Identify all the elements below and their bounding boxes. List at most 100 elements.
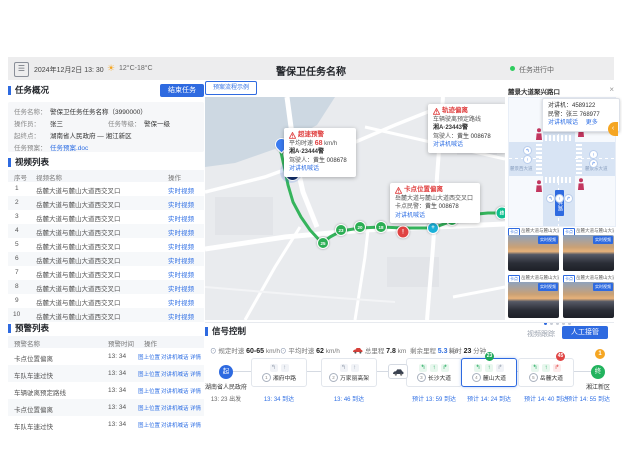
warning-name: 卡点位置偏离 — [14, 353, 106, 363]
map-position-link[interactable]: 图上位置 — [138, 370, 160, 378]
detail-link[interactable]: 详情 — [190, 353, 201, 361]
lane-arrow-icon[interactable]: ↱ — [564, 194, 573, 203]
thumb-name: 岳麓大道与麓山大道西交叉口 — [521, 275, 559, 280]
video-track-button[interactable]: 视频跟踪 — [527, 329, 555, 339]
close-icon[interactable]: × — [609, 85, 614, 94]
turn-left-icon: ↰ — [270, 364, 278, 372]
turn-left-icon: ↰ — [419, 364, 427, 372]
traffic-officer-icon[interactable] — [535, 180, 543, 192]
intercom-link[interactable]: 对讲机喊话 — [548, 120, 578, 126]
video-thumbnail[interactable]: 实时视频 — [563, 282, 614, 318]
timeline-node-time[interactable]: 13: 34 到达 — [264, 394, 294, 403]
intercom-link[interactable]: 对讲机喊话 — [161, 387, 189, 395]
map-position-link[interactable]: 图上位置 — [138, 353, 160, 361]
timeline-node-time[interactable]: 预计 14: 40 到达 — [524, 394, 568, 403]
signal-countdown-marker[interactable]: 18 — [375, 221, 387, 233]
intersection-panel: 麓景大道聚兴路口 × ⟲ ↑ ↱ ↰ ↑ ↱ ↰ ↑ ↑ ↱ 麓景西大道 麓景东… — [508, 84, 614, 330]
popup-title: 超速预警 — [298, 131, 324, 140]
timeline-start-node[interactable]: 起 — [219, 365, 233, 379]
realtime-video-link[interactable]: 实时视频 — [168, 185, 194, 195]
detail-link[interactable]: 详情 — [190, 387, 201, 395]
intercom-link[interactable]: 对讲机喊话 — [289, 165, 351, 174]
plan-doc-link[interactable]: 任务预案.doc — [50, 142, 88, 152]
crosswalk-east — [576, 144, 582, 174]
map-canvas[interactable]: 25 23 20 18 15 12 ! + 终 超速预警 平均时速 68 km/… — [205, 97, 505, 320]
realtime-video-link[interactable]: 实时视频 — [168, 213, 194, 223]
live-badge: 实时视频 — [538, 283, 558, 291]
realtime-video-link[interactable]: 实时视频 — [168, 199, 194, 209]
timeline-end-node[interactable]: 终 — [591, 365, 605, 379]
row-no: 6 — [15, 255, 19, 262]
realtime-video-link[interactable]: 实时视频 — [168, 241, 194, 251]
destination-marker[interactable]: 终 — [496, 207, 506, 220]
lane-arrow-icon[interactable]: ↑ — [589, 150, 598, 159]
detail-link[interactable]: 详情 — [190, 404, 201, 412]
alert-count-badge[interactable]: 1 — [595, 349, 605, 359]
row-no: 9 — [15, 297, 19, 304]
green-countdown-badge: 23 — [485, 352, 494, 361]
plan-flow-button[interactable]: 预案流程示例 — [205, 81, 257, 95]
end-task-button[interactable]: 结束任务 — [160, 84, 204, 97]
row-no: 2 — [15, 199, 19, 206]
video-list-section-title: 视频列表 — [8, 158, 49, 167]
detail-link[interactable]: 详情 — [190, 421, 201, 429]
video-thumbnail[interactable]: 实时视频 — [563, 235, 614, 271]
convoy-position-marker — [388, 364, 408, 379]
row-name: 岳麓大道与麓山大道西交叉口 — [36, 227, 156, 237]
realtime-video-link[interactable]: 实时视频 — [168, 255, 194, 265]
more-link[interactable]: 更多 — [586, 120, 598, 126]
map-position-link[interactable]: 图上位置 — [138, 404, 160, 412]
realtime-video-link[interactable]: 实时视频 — [168, 283, 194, 293]
timeline-node-time[interactable]: 13: 46 到达 — [334, 394, 364, 403]
intercom-link[interactable]: 对讲机喊话 — [161, 404, 189, 412]
plate-number: 湘A·23444警 — [289, 148, 351, 157]
timeline-node-current[interactable]: ↰↑↱ 4麓山大道 — [461, 358, 517, 387]
realtime-video-link[interactable]: 实时视频 — [168, 311, 194, 321]
warning-name: 卡点位置偏离 — [14, 404, 106, 414]
node-name: 湘府中路 — [273, 373, 296, 382]
driver-value: 黄生 008678 — [457, 134, 491, 140]
manual-takeover-button[interactable]: 人工接管 — [562, 326, 608, 339]
timeline-node[interactable]: ↰↑ 1湘府中路 — [251, 358, 307, 387]
map-position-link[interactable]: 图上位置 — [138, 387, 160, 395]
timeline-node[interactable]: ↰↑ 2万家丽高架 — [321, 358, 377, 387]
live-badge: 实时视频 — [593, 236, 613, 244]
checkpoint-cross-marker[interactable]: + — [427, 222, 439, 234]
lane-arrow-icon[interactable]: ↰ — [523, 146, 532, 155]
detail-link[interactable]: 详情 — [190, 370, 201, 378]
stat-elapsed: ◔ 耗时 23 分钟 — [443, 345, 486, 355]
lane-arrow-icon[interactable]: ↑ — [523, 155, 532, 164]
signal-countdown-marker[interactable]: 25 — [317, 237, 329, 249]
turn-left-icon: ↰ — [474, 364, 482, 372]
lane-arrow-icon[interactable]: ↑ — [555, 194, 564, 203]
node-number: 5 — [529, 373, 538, 382]
intercom-link[interactable]: 对讲机喊话 — [161, 370, 189, 378]
intercom-link[interactable]: 对讲机喊话 — [433, 141, 501, 150]
table-row: 车队车速过快13: 34图上位置对讲机喊话详情 — [8, 365, 204, 382]
realtime-video-link[interactable]: 实时视频 — [168, 297, 194, 307]
map-position-link[interactable]: 图上位置 — [138, 421, 160, 429]
popup-title: 卡点位置偏离 — [404, 186, 443, 195]
traffic-officer-icon[interactable] — [577, 178, 585, 190]
realtime-video-link[interactable]: 实时视频 — [168, 269, 194, 279]
intercom-link[interactable]: 对讲机喊话 — [395, 212, 475, 221]
officer-value: 黄生 008678 — [425, 204, 459, 210]
row-name: 岳麓大道与麓山大道西交叉口 — [36, 255, 156, 265]
video-thumbnail[interactable]: 实时视频 — [508, 282, 559, 318]
timeline-node-time[interactable]: 预计 14: 24 到达 — [467, 394, 511, 403]
alert-marker[interactable]: ! — [397, 226, 410, 239]
lane-arrow-icon[interactable]: ↰ — [546, 194, 555, 203]
panel-carousel-arrow[interactable]: ‹ — [608, 122, 618, 136]
realtime-video-link[interactable]: 实时视频 — [168, 227, 194, 237]
timeline-node[interactable]: ↰↑↱ 3长沙大道 — [406, 358, 462, 387]
signal-section-title: 信号控制 — [205, 327, 246, 336]
signal-countdown-marker[interactable]: 23 — [335, 224, 347, 236]
intercom-link[interactable]: 对讲机喊话 — [161, 353, 189, 361]
signal-countdown-marker[interactable]: 20 — [354, 221, 366, 233]
timeline-node-time[interactable]: 预计 13: 59 到达 — [412, 394, 456, 403]
timeline-node[interactable]: ↰↑↱ 5岳麓大道 — [518, 358, 574, 387]
intercom-link[interactable]: 对讲机喊话 — [161, 421, 189, 429]
speed-value: 68 — [315, 140, 323, 147]
video-thumbnail[interactable]: 实时视频 — [508, 235, 559, 271]
lane-arrow-icon[interactable]: ↱ — [589, 159, 598, 168]
